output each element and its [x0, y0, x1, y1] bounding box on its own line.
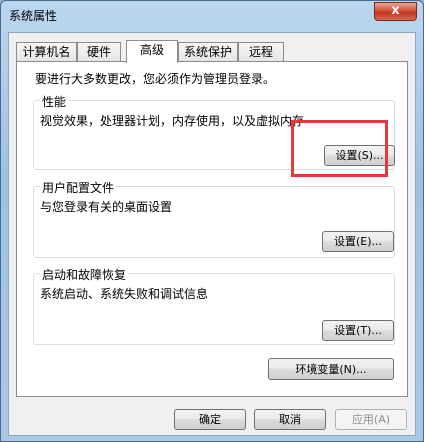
system-properties-window: 系统属性 x 计算机名 硬件 高级 系统保护 远程 要进行大多数更改，您必须作为… [0, 0, 424, 442]
tab-computer-name[interactable]: 计算机名 [16, 42, 77, 62]
close-button[interactable]: x [374, 2, 417, 21]
tab-advanced[interactable]: 高级 [126, 40, 178, 63]
startup-recovery-settings-button[interactable]: 设置(T)... [322, 320, 394, 341]
user-profiles-group: 用户配置文件 与您登录有关的桌面设置 设置(E)... [33, 179, 395, 258]
highlight-box [291, 120, 388, 177]
dialog-client-area: 计算机名 硬件 高级 系统保护 远程 要进行大多数更改，您必须作为管理员登录。 … [8, 32, 416, 436]
title-bar[interactable]: 系统属性 x [1, 1, 423, 33]
cancel-button[interactable]: 取消 [254, 409, 326, 430]
tab-system-protection[interactable]: 系统保护 [178, 42, 238, 62]
apply-button[interactable]: 应用(A) [335, 409, 407, 430]
performance-description: 视觉效果，处理器计划，内存使用，以及虚拟内存 [40, 114, 305, 128]
startup-recovery-group: 启动和故障恢复 系统启动、系统失败和调试信息 设置(T)... [33, 266, 395, 345]
admin-note: 要进行大多数更改，您必须作为管理员登录。 [35, 72, 276, 86]
performance-label: 性能 [40, 93, 69, 110]
advanced-tab-panel: 要进行大多数更改，您必须作为管理员登录。 性能 视觉效果，处理器计划，内存使用，… [16, 61, 408, 397]
startup-recovery-label: 启动和故障恢复 [40, 266, 129, 283]
tab-hardware[interactable]: 硬件 [77, 42, 121, 62]
ok-button[interactable]: 确定 [174, 409, 246, 430]
tab-remote[interactable]: 远程 [238, 42, 284, 62]
environment-variables-button[interactable]: 环境变量(N)... [268, 358, 394, 380]
close-icon: x [391, 3, 400, 18]
window-title: 系统属性 [9, 9, 58, 23]
startup-recovery-description: 系统启动、系统失败和调试信息 [40, 287, 209, 301]
user-profiles-label: 用户配置文件 [40, 179, 117, 196]
user-profiles-settings-button[interactable]: 设置(E)... [322, 231, 394, 252]
user-profiles-description: 与您登录有关的桌面设置 [40, 200, 173, 214]
